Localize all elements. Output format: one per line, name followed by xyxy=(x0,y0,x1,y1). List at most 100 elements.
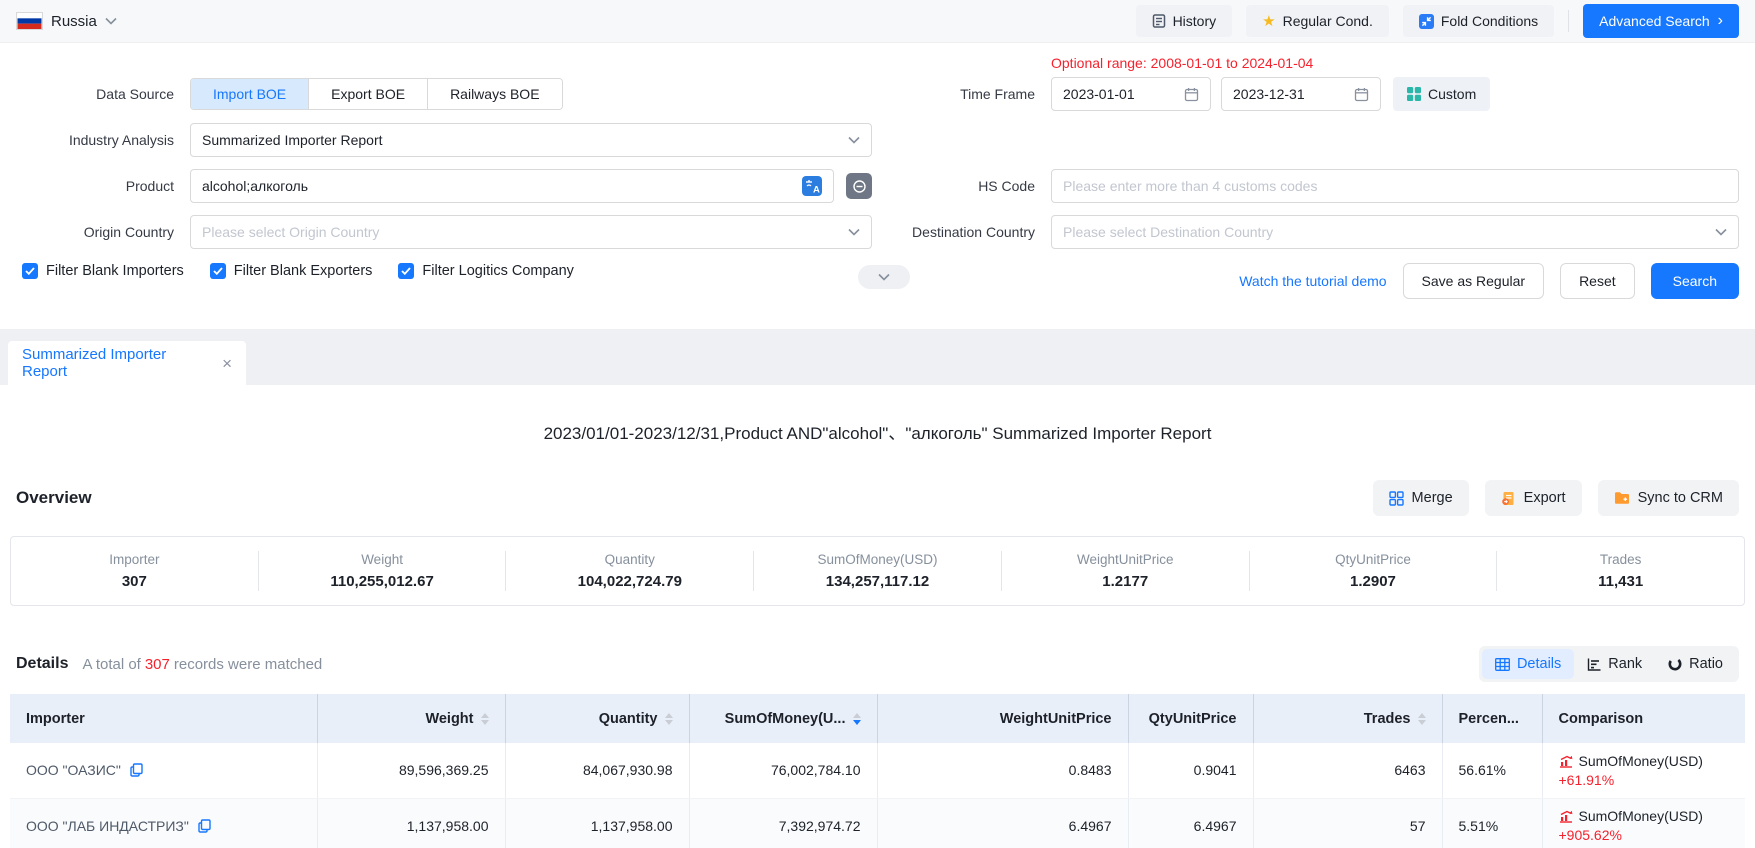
importer-name-link[interactable]: ООО "ОАЗИС" xyxy=(26,762,121,778)
close-icon[interactable]: × xyxy=(222,355,232,372)
col-sum-of-money-sortable[interactable]: SumOfMoney(U... xyxy=(689,694,877,743)
col-weight-sortable[interactable]: Weight xyxy=(317,694,505,743)
sort-icon[interactable] xyxy=(665,713,673,725)
stat-weight: Weight 110,255,012.67 xyxy=(259,552,506,590)
view-details-button[interactable]: Details xyxy=(1482,649,1574,679)
overview-heading: Overview xyxy=(16,488,92,508)
sort-icon-active-desc[interactable] xyxy=(853,713,861,725)
cell-percent: 5.51% xyxy=(1442,798,1542,848)
filter-blank-exporters-checkbox[interactable]: Filter Blank Exporters xyxy=(210,263,373,279)
product-value[interactable] xyxy=(202,178,802,194)
product-input[interactable]: A xyxy=(190,169,834,203)
col-importer: Importer xyxy=(26,711,85,727)
sort-icon[interactable] xyxy=(1418,713,1426,725)
save-as-regular-button[interactable]: Save as Regular xyxy=(1403,263,1545,299)
circle-minus-icon xyxy=(852,179,867,194)
stat-weight-unit-price: WeightUnitPrice 1.2177 xyxy=(1002,552,1249,590)
date-end-value[interactable] xyxy=(1233,86,1354,102)
table-row: ООО "ЛАБ ИНДАСТРИЗ" 1,137,958.00 1,137,9… xyxy=(10,798,1745,848)
trend-chart-icon xyxy=(1559,809,1573,823)
custom-range-button[interactable]: Custom xyxy=(1393,77,1490,111)
exact-match-toggle[interactable] xyxy=(846,173,872,199)
col-quantity-sortable[interactable]: Quantity xyxy=(505,694,689,743)
view-ratio-label: Ratio xyxy=(1689,656,1723,672)
view-details-label: Details xyxy=(1517,656,1561,672)
fold-icon xyxy=(1419,14,1434,29)
regular-cond-button[interactable]: ★ Regular Cond. xyxy=(1246,5,1389,37)
sync-to-crm-button[interactable]: Sync to CRM xyxy=(1598,480,1739,516)
col-qty-unit-price: QtyUnitPrice xyxy=(1149,711,1237,727)
regular-cond-label: Regular Cond. xyxy=(1283,13,1373,29)
trend-chart-icon xyxy=(1559,754,1573,768)
donut-icon xyxy=(1668,657,1682,671)
cell-weight: 1,137,958.00 xyxy=(317,798,505,848)
tab-import-boe[interactable]: Import BOE xyxy=(191,79,308,109)
details-table: Importer Weight Quantity SumOfMoney(U...… xyxy=(10,694,1745,848)
cell-trades: 6463 xyxy=(1253,743,1442,798)
stat-quantity: Quantity 104,022,724.79 xyxy=(506,552,753,590)
col-percent: Percen... xyxy=(1459,711,1519,727)
overview-stats-card: Importer 307 Weight 110,255,012.67 Quant… xyxy=(10,536,1745,606)
advanced-search-button[interactable]: Advanced Search › xyxy=(1583,4,1739,38)
history-button[interactable]: History xyxy=(1136,5,1233,37)
country-name: Russia xyxy=(51,13,97,30)
translate-icon[interactable]: A xyxy=(802,176,822,196)
origin-country-label: Origin Country xyxy=(16,224,174,240)
tab-export-boe[interactable]: Export BOE xyxy=(308,79,427,109)
view-rank-button[interactable]: Rank xyxy=(1574,649,1655,679)
data-source-tabs: Import BOE Export BOE Railways BOE xyxy=(190,78,563,110)
cell-qty-unit-price: 0.9041 xyxy=(1128,743,1253,798)
copy-icon[interactable] xyxy=(130,763,143,777)
russia-flag-icon xyxy=(16,12,43,30)
destination-country-select[interactable]: Please select Destination Country xyxy=(1051,215,1739,249)
tutorial-demo-link[interactable]: Watch the tutorial demo xyxy=(1239,273,1386,289)
collapse-conditions-toggle[interactable] xyxy=(858,265,910,289)
copy-icon[interactable] xyxy=(198,819,211,833)
destination-country-placeholder: Please select Destination Country xyxy=(1063,224,1715,240)
cell-weight: 89,596,369.25 xyxy=(317,743,505,798)
origin-country-placeholder: Please select Origin Country xyxy=(202,224,848,240)
reset-button[interactable]: Reset xyxy=(1560,263,1635,299)
country-selector[interactable]: Russia xyxy=(16,12,117,30)
filter-blank-importers-checkbox[interactable]: Filter Blank Importers xyxy=(22,263,184,279)
merge-label: Merge xyxy=(1412,490,1453,506)
origin-country-select[interactable]: Please select Origin Country xyxy=(190,215,872,249)
crm-folder-icon xyxy=(1614,491,1630,505)
date-start-value[interactable] xyxy=(1063,86,1184,102)
date-end-input[interactable] xyxy=(1221,77,1381,111)
sort-icon[interactable] xyxy=(481,713,489,725)
result-tab-strip: Summarized Importer Report × xyxy=(0,329,1755,385)
cell-weight-unit-price: 6.4967 xyxy=(877,798,1128,848)
fold-conditions-button[interactable]: Fold Conditions xyxy=(1403,5,1554,37)
export-button[interactable]: Export xyxy=(1485,480,1582,516)
col-comparison: Comparison xyxy=(1559,711,1644,727)
data-source-label: Data Source xyxy=(16,86,174,102)
comparison-change: +905.62% xyxy=(1559,827,1730,843)
search-form: Optional range: 2008-01-01 to 2024-01-04… xyxy=(0,43,1755,299)
cell-qty-unit-price: 6.4967 xyxy=(1128,798,1253,848)
fold-conditions-label: Fold Conditions xyxy=(1441,13,1538,29)
importer-name-link[interactable]: ООО "ЛАБ ИНДАСТРИЗ" xyxy=(26,818,189,834)
chevron-down-icon xyxy=(105,17,117,25)
rank-icon xyxy=(1587,658,1601,671)
report-panel: 2023/01/01-2023/12/31,Product AND"alcoho… xyxy=(0,419,1755,848)
cell-quantity: 84,067,930.98 xyxy=(505,743,689,798)
view-ratio-button[interactable]: Ratio xyxy=(1655,649,1736,679)
tab-summarized-importer-report[interactable]: Summarized Importer Report × xyxy=(8,341,246,385)
merge-button[interactable]: Merge xyxy=(1373,480,1469,516)
filter-logitics-company-checkbox[interactable]: Filter Logitics Company xyxy=(398,263,574,279)
comparison-change: +61.91% xyxy=(1559,772,1730,788)
checkbox-checked-icon xyxy=(210,263,226,279)
custom-icon xyxy=(1407,87,1421,101)
industry-analysis-select[interactable]: Summarized Importer Report xyxy=(190,123,872,157)
tab-railways-boe[interactable]: Railways BOE xyxy=(427,79,561,109)
advanced-search-label: Advanced Search xyxy=(1599,13,1710,29)
hs-code-input[interactable] xyxy=(1051,169,1739,203)
hs-code-value[interactable] xyxy=(1063,178,1727,194)
star-icon: ★ xyxy=(1262,14,1275,29)
date-start-input[interactable] xyxy=(1051,77,1211,111)
search-button[interactable]: Search xyxy=(1651,263,1739,299)
table-header-row: Importer Weight Quantity SumOfMoney(U...… xyxy=(10,694,1745,743)
checkbox-checked-icon xyxy=(22,263,38,279)
col-trades-sortable[interactable]: Trades xyxy=(1253,694,1442,743)
